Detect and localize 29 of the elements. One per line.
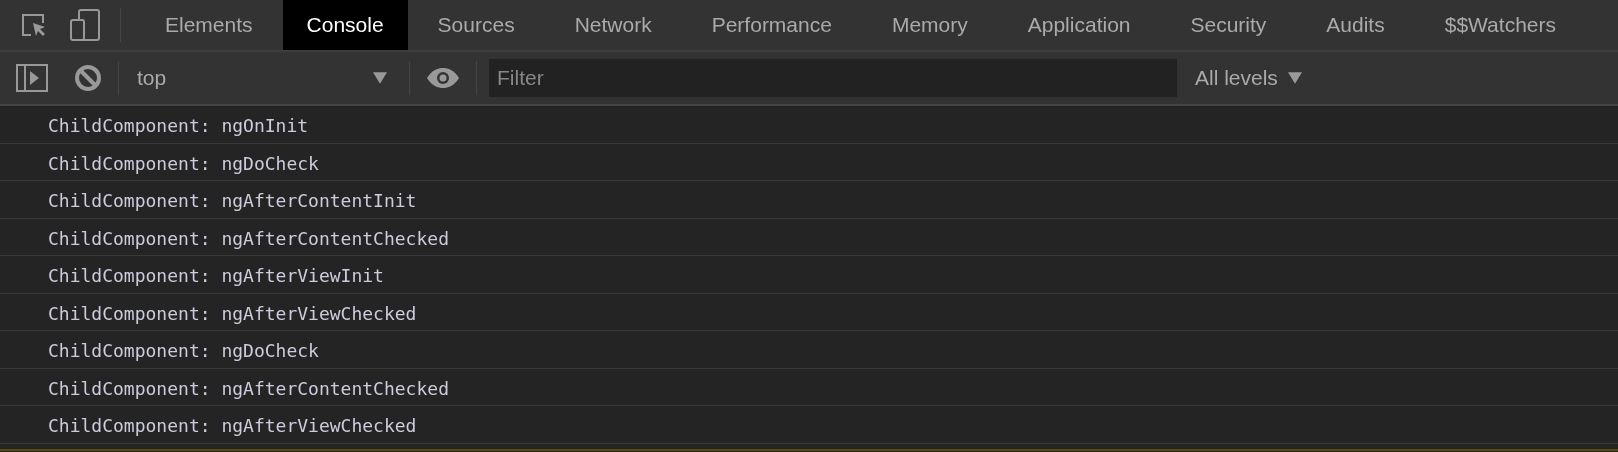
sidebar-toggle-icon[interactable] <box>16 64 48 92</box>
tab[interactable]: Sources <box>407 0 545 50</box>
tab[interactable]: Audits <box>1296 0 1415 50</box>
tab[interactable]: Performance <box>681 0 862 50</box>
console-message: ChildComponent: ngAfterContentChecked <box>48 227 449 249</box>
context-dropdown[interactable]: top <box>131 58 393 98</box>
console-message: ChildComponent: ngAfterContentInit <box>48 190 417 212</box>
console-message: ChildComponent: ngDoCheck <box>48 340 319 362</box>
inspect-icon[interactable] <box>20 11 48 39</box>
device-icon[interactable] <box>70 9 100 41</box>
tab[interactable]: Console <box>282 0 408 50</box>
tab[interactable]: Memory <box>861 0 998 50</box>
clear-icon[interactable] <box>74 64 102 92</box>
tab[interactable]: Application <box>997 0 1161 50</box>
console-message: ChildComponent: ngDoCheck <box>48 152 319 174</box>
console-message: ChildComponent: ngAfterViewChecked <box>48 302 417 324</box>
caret-icon <box>373 72 387 84</box>
console-message: ChildComponent: ngAfterContentChecked <box>48 377 449 399</box>
caret-icon <box>1287 72 1302 84</box>
console-message: ChildComponent: ngAfterViewInit <box>48 265 384 287</box>
levels-dropdown[interactable]: All levels <box>1195 58 1302 98</box>
tab[interactable]: Elements <box>143 0 283 50</box>
tab[interactable]: $$Watchers <box>1414 0 1586 50</box>
filter-field[interactable]: Filter <box>489 59 1177 97</box>
tab[interactable]: Security <box>1160 0 1297 50</box>
eye-icon[interactable] <box>426 67 460 89</box>
console-message: ChildComponent: ngOnInit <box>48 115 309 137</box>
console-message: ChildComponent: ngAfterViewChecked <box>48 415 417 437</box>
tab[interactable]: Network <box>544 0 682 50</box>
